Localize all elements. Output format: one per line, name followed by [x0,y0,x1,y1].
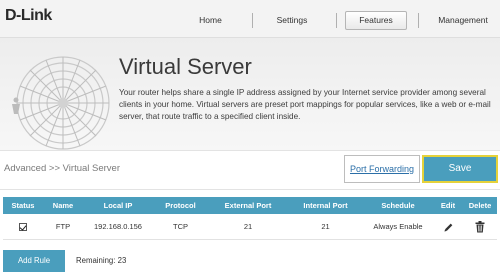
table-header-row: Status Name Local IP Protocol External P… [3,197,497,214]
virtual-server-table: Status Name Local IP Protocol External P… [3,197,497,240]
page-title: Virtual Server [119,54,252,79]
save-button[interactable]: Save [422,155,498,183]
edit-cell [433,214,463,240]
name-cell: FTP [55,222,71,231]
column-header-external-port: External Port [224,201,272,210]
nav-divider [336,13,337,28]
column-header-edit: Edit [440,201,456,210]
internal-port-cell: 21 [321,222,330,231]
pencil-icon[interactable] [443,222,454,233]
tab-management[interactable]: Management [428,11,498,30]
column-header-local-ip: Local IP [103,201,133,210]
table-row: FTP 192.168.0.156 TCP 21 21 Always Enabl… [3,214,497,240]
delete-cell [463,214,497,240]
local-ip-cell: 192.168.0.156 [94,222,142,231]
port-forwarding-link[interactable]: Port Forwarding [344,155,420,183]
tab-home[interactable]: Home [183,11,238,30]
page-description: Your router helps share a single IP addr… [119,88,491,121]
external-port-cell: 21 [243,222,253,231]
column-header-delete: Delete [468,201,492,210]
tab-settings[interactable]: Settings [263,11,321,30]
virtual-server-page: D-Link Home Settings Features Management [0,0,500,273]
breadcrumb: Advanced >> Virtual Server [4,163,121,174]
column-header-protocol: Protocol [165,201,196,210]
page-header-banner: Virtual Server Your router helps share a… [0,38,500,150]
trash-icon[interactable] [475,221,485,233]
column-header-status: Status [11,201,35,210]
schedule-cell: Always Enable [373,222,423,231]
status-checkbox[interactable] [19,223,27,232]
tab-features[interactable]: Features [345,11,407,30]
nav-divider [252,13,253,28]
breadcrumb-row: Advanced >> Virtual Server Port Forwardi… [0,150,500,190]
status-cell [3,214,43,240]
top-nav-bar: D-Link Home Settings Features Management [0,0,500,38]
add-rule-button[interactable]: Add Rule [3,250,65,272]
protocol-cell: TCP [173,222,188,231]
fan-icon [12,56,110,150]
dlink-logo[interactable]: D-Link [5,7,52,25]
column-header-name: Name [52,201,74,210]
remaining-count: Remaining: 23 [76,256,127,265]
nav-divider [418,13,419,28]
column-header-schedule: Schedule [381,201,415,210]
column-header-internal-port: Internal Port [303,201,348,210]
